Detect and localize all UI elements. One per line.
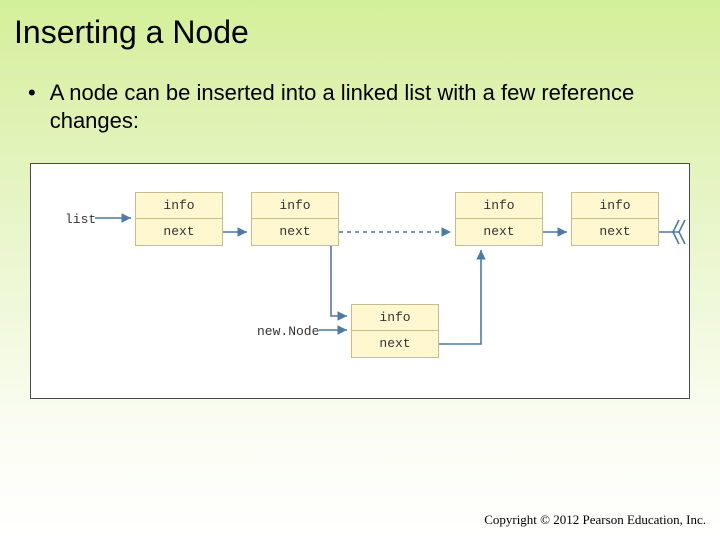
node-info-cell: info: [136, 193, 222, 219]
copyright-notice: Copyright © 2012 Pearson Education, Inc.: [484, 512, 706, 528]
node-info-cell: info: [572, 193, 658, 219]
node-info-cell: info: [456, 193, 542, 219]
new-node: info next: [351, 304, 439, 358]
new-node-label: new.Node: [257, 324, 319, 339]
node-next-cell: next: [352, 331, 438, 357]
bullet-marker: •: [28, 79, 36, 107]
linked-list-diagram: list new.Node info next info next info n…: [30, 163, 690, 399]
node-info-cell: info: [352, 305, 438, 331]
bullet-text: A node can be inserted into a linked lis…: [50, 79, 670, 135]
node-info-cell: info: [252, 193, 338, 219]
list-node-4: info next: [571, 192, 659, 246]
slide-title: Inserting a Node: [0, 0, 720, 51]
list-head-label: list: [65, 212, 96, 227]
list-node-3: info next: [455, 192, 543, 246]
node-next-cell: next: [136, 219, 222, 245]
list-node-1: info next: [135, 192, 223, 246]
node-next-cell: next: [456, 219, 542, 245]
bullet-item: • A node can be inserted into a linked l…: [0, 51, 720, 135]
list-node-2: info next: [251, 192, 339, 246]
node-next-cell: next: [252, 219, 338, 245]
node-next-cell: next: [572, 219, 658, 245]
